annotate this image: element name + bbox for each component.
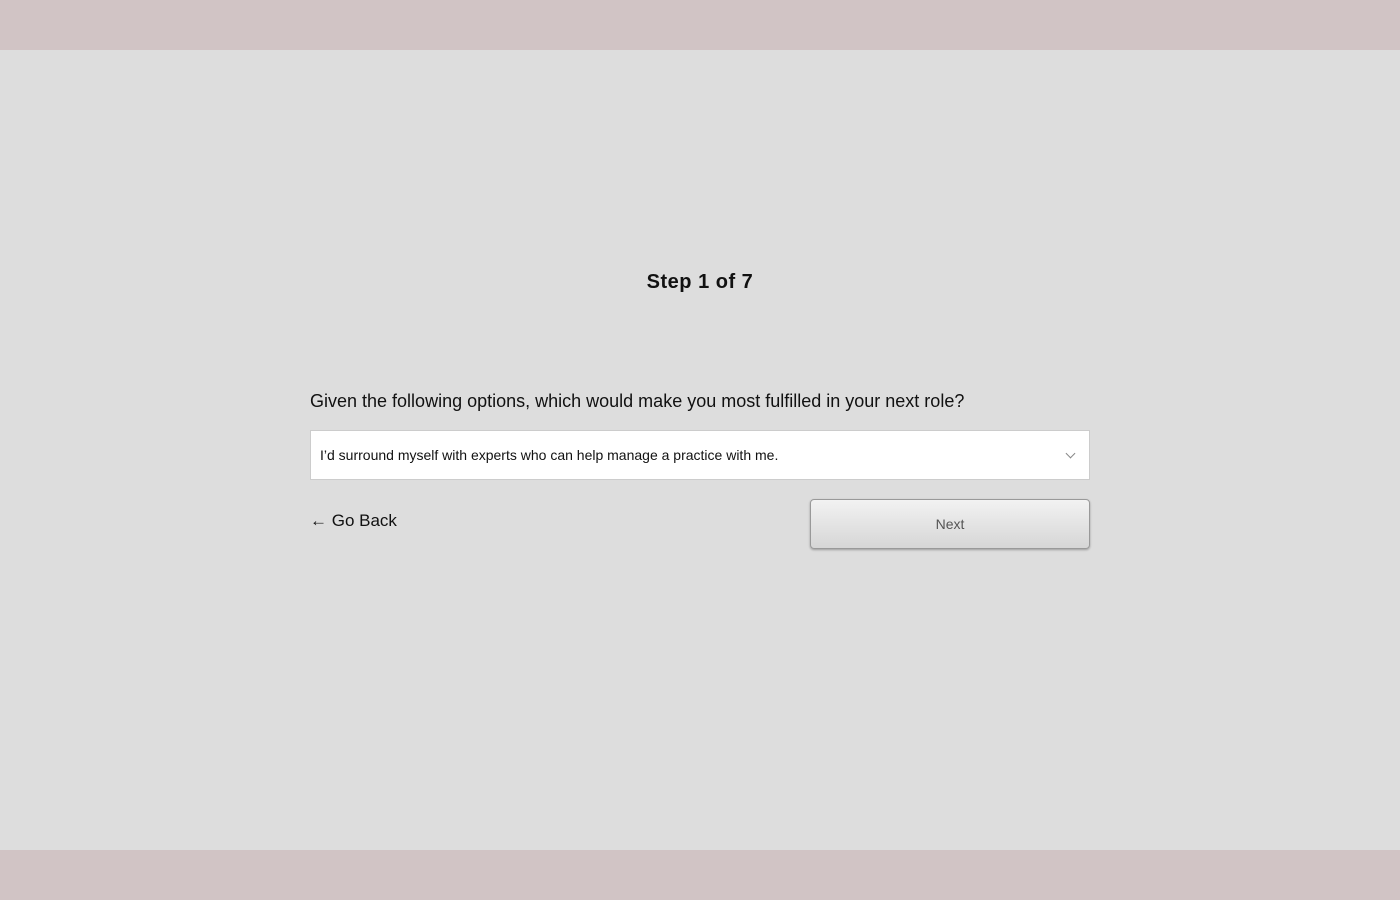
go-back-label: Go Back	[331, 511, 397, 530]
top-banner	[0, 0, 1400, 50]
selected-value: I’d surround myself with experts who can…	[320, 447, 779, 463]
bottom-banner	[0, 850, 1400, 900]
question-text: Given the following options, which would…	[310, 391, 965, 411]
answer-select[interactable]: I’d surround myself with experts who can…	[310, 430, 1090, 480]
next-button[interactable]: Next	[810, 499, 1090, 549]
go-back-link[interactable]: ← Go Back	[310, 511, 397, 531]
chevron-down-icon	[1065, 448, 1076, 458]
step-indicator: Step 1 of 7	[646, 271, 754, 293]
arrow-left-icon: ←	[310, 511, 327, 530]
